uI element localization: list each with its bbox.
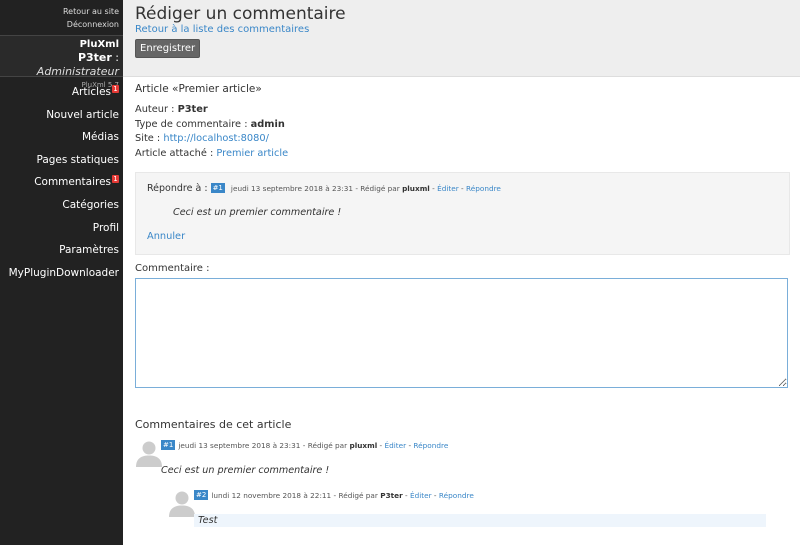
comment-number[interactable]: #2 bbox=[194, 489, 209, 500]
comment-item: #1 jeudi 13 septembre 2018 à 23:31 - Rédi… bbox=[135, 439, 789, 487]
back-to-comments-link[interactable]: Retour à la liste des commentaires bbox=[135, 24, 788, 36]
article-title: Article «Premier article» bbox=[135, 83, 262, 95]
comment-edit-link[interactable]: Éditer bbox=[410, 491, 432, 500]
type-row: Type de commentaire : admin bbox=[135, 118, 285, 130]
article-comments-title: Commentaires de cet article bbox=[135, 417, 292, 431]
sidebar-item-static-pages[interactable]: Pages statiques bbox=[0, 149, 123, 172]
logout-link[interactable]: Déconnexion bbox=[0, 18, 119, 31]
articles-count-badge: 1 bbox=[112, 85, 119, 93]
comment-content: Ceci est un premier commentaire ! bbox=[161, 464, 330, 476]
avatar-icon bbox=[136, 441, 162, 467]
sidebar-item-media[interactable]: Médias bbox=[0, 126, 123, 149]
back-to-site-link[interactable]: Retour au site bbox=[0, 5, 119, 18]
sidebar: Retour au site Déconnexion PluXml P3ter … bbox=[0, 0, 123, 545]
comment-reply-link[interactable]: Répondre bbox=[439, 491, 474, 500]
user-info: PluXml P3ter : Administrateur PluXml 5.7 bbox=[0, 35, 123, 89]
cancel-reply-link[interactable]: Annuler bbox=[147, 231, 185, 242]
reply-to-box: Répondre à : #1 jeudi 13 septembre 2018 … bbox=[135, 171, 790, 255]
comment-meta-line: #1 jeudi 13 septembre 2018 à 23:31 - Rédi… bbox=[161, 439, 449, 450]
reply-to-line: Répondre à : #1 jeudi 13 septembre 2018 … bbox=[147, 182, 501, 194]
comment-number[interactable]: #1 bbox=[161, 439, 176, 450]
sidebar-item-comments[interactable]: Commentaires 1 bbox=[0, 171, 123, 194]
author-row: Auteur : P3ter bbox=[135, 104, 208, 115]
sidebar-menu: Articles 1 Nouvel article Médias Pages st… bbox=[0, 77, 123, 284]
comment-reply-link[interactable]: Répondre bbox=[413, 441, 448, 450]
comment-label: Commentaire : bbox=[135, 262, 210, 274]
attached-article-link[interactable]: Premier article bbox=[216, 148, 288, 159]
reply-quoted-content: Ceci est un premier commentaire ! bbox=[173, 206, 342, 218]
comment-meta: Auteur : P3ter Type de commentaire : adm… bbox=[135, 103, 789, 162]
sidebar-item-categories[interactable]: Catégories bbox=[0, 194, 123, 217]
page-header: Rédiger un commentaire Retour à la liste… bbox=[123, 0, 800, 77]
attached-article-row: Article attaché : Premier article bbox=[135, 148, 289, 160]
save-button[interactable]: Enregistrer bbox=[135, 39, 201, 58]
reply-answer-link[interactable]: Répondre bbox=[466, 184, 501, 193]
comments-count-badge: 1 bbox=[112, 175, 119, 184]
comment-meta-line: #2 lundi 12 novembre 2018 à 22:11 - Rédig… bbox=[194, 489, 474, 500]
comment-item: #2 lundi 12 novembre 2018 à 22:11 - Rédig… bbox=[168, 489, 789, 537]
site-row: Site : http://localhost:8080/ bbox=[135, 133, 269, 145]
comment-content: Test bbox=[194, 513, 766, 527]
reply-edit-link[interactable]: Éditer bbox=[437, 184, 459, 193]
sidebar-item-settings[interactable]: Paramètres bbox=[0, 239, 123, 262]
site-name: PluXml bbox=[79, 39, 119, 50]
reply-comment-number[interactable]: #1 bbox=[210, 182, 225, 193]
comment-edit-link[interactable]: Éditer bbox=[385, 441, 407, 450]
page-title: Rédiger un commentaire bbox=[135, 4, 346, 24]
avatar-icon bbox=[169, 491, 195, 517]
main-content: Article «Premier article» Auteur : P3ter… bbox=[123, 78, 800, 545]
user-name: P3ter : Administrateur bbox=[36, 51, 119, 78]
sidebar-item-new-article[interactable]: Nouvel article bbox=[0, 104, 123, 127]
sidebar-item-articles[interactable]: Articles 1 bbox=[0, 81, 123, 104]
site-link[interactable]: http://localhost:8080/ bbox=[163, 133, 269, 144]
sidebar-item-myplugindownloader[interactable]: MyPluginDownloader bbox=[0, 262, 123, 285]
sidebar-item-profile[interactable]: Profil bbox=[0, 217, 123, 240]
comment-textarea[interactable] bbox=[135, 277, 788, 388]
